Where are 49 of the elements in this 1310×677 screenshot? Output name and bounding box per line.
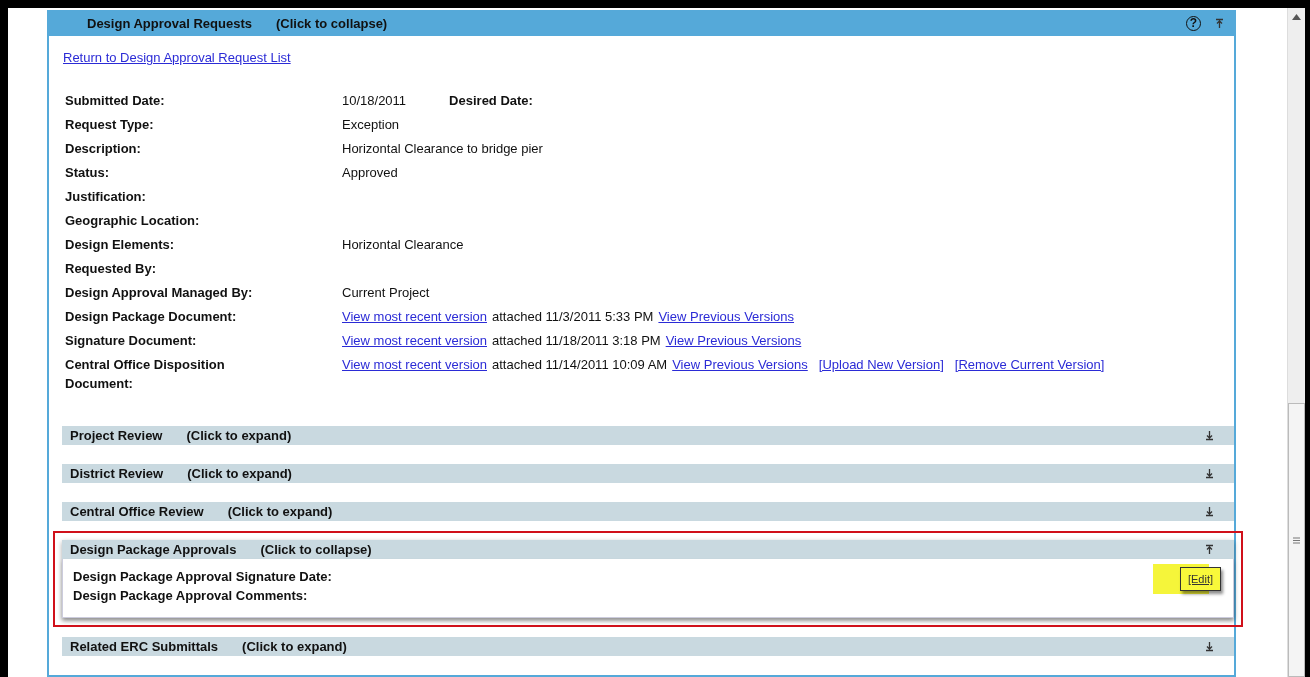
field-value: Current Project: [342, 284, 430, 302]
document-link[interactable]: View most recent version: [342, 305, 487, 329]
edit-link[interactable]: [Edit]: [1179, 567, 1221, 591]
field-label: Submitted Date:: [64, 92, 166, 110]
return-link[interactable]: Return to Design Approval Request List: [63, 50, 291, 65]
field-label: Design Package Document:: [64, 308, 238, 326]
collapse-icon[interactable]: [1205, 544, 1214, 555]
field-label: Design Approval Managed By:: [64, 284, 254, 302]
field-label: Design Elements:: [64, 236, 176, 254]
field-value: Horizontal Clearance: [342, 236, 464, 254]
collapse-icon[interactable]: [1215, 17, 1224, 29]
section-header[interactable]: Project Review (Click to expand): [62, 426, 1234, 445]
document-link[interactable]: [Remove Current Version]: [954, 353, 1105, 377]
expand-icon[interactable]: [1205, 430, 1214, 441]
panel-header[interactable]: Design Approval Requests (Click to collapse) ?: [47, 10, 1236, 36]
field-label: Justification:: [64, 188, 147, 206]
scrollbar[interactable]: [1287, 8, 1305, 677]
document-link[interactable]: View Previous Versions: [672, 353, 808, 377]
field-value: Exception: [342, 116, 400, 134]
field-value: Approved: [342, 164, 398, 182]
field-value: 10/18/2011: [342, 92, 407, 110]
field-label: Request Type:: [64, 116, 155, 134]
scroll-up-icon[interactable]: [1292, 14, 1301, 20]
document-link[interactable]: View Previous Versions: [665, 329, 802, 353]
field-label: Geographic Location:: [64, 212, 201, 230]
field-label: Description:: [64, 140, 142, 158]
document-link[interactable]: View most recent version: [342, 329, 487, 353]
section-header[interactable]: District Review (Click to expand): [62, 464, 1234, 483]
grip-icon[interactable]: [1293, 536, 1300, 544]
section-header[interactable]: Design Package Approvals (Click to collapse): [62, 540, 1234, 559]
document-link[interactable]: View Previous Versions: [658, 305, 795, 329]
document-link[interactable]: [Upload New Version]: [818, 353, 944, 377]
field-label: Design Package Approval Comments:: [73, 587, 308, 605]
field-label: Design Package Approval Signature Date:: [73, 568, 332, 586]
expand-icon[interactable]: [1205, 641, 1214, 652]
field-value: attached 11/3/2011 5:33 PM: [492, 308, 654, 326]
field-label: Central Office Disposition Document:: [64, 356, 226, 393]
expand-icon[interactable]: [1205, 468, 1214, 479]
document-link[interactable]: View most recent version: [342, 353, 487, 377]
field-value: attached 11/18/2011 3:18 PM: [492, 332, 661, 350]
field-label: Desired Date:: [449, 92, 533, 110]
field-label: Signature Document:: [64, 332, 198, 350]
field-label: Requested By:: [64, 260, 158, 278]
section-header[interactable]: Central Office Review (Click to expand): [62, 502, 1234, 521]
field-label: Status:: [64, 164, 111, 182]
field-value: attached 11/14/2011 10:09 AM: [492, 356, 668, 374]
field-value: Horizontal Clearance to bridge pier: [342, 140, 543, 158]
section-header[interactable]: Related ERC Submittals (Click to expand): [62, 637, 1234, 656]
expand-icon[interactable]: [1205, 506, 1214, 517]
